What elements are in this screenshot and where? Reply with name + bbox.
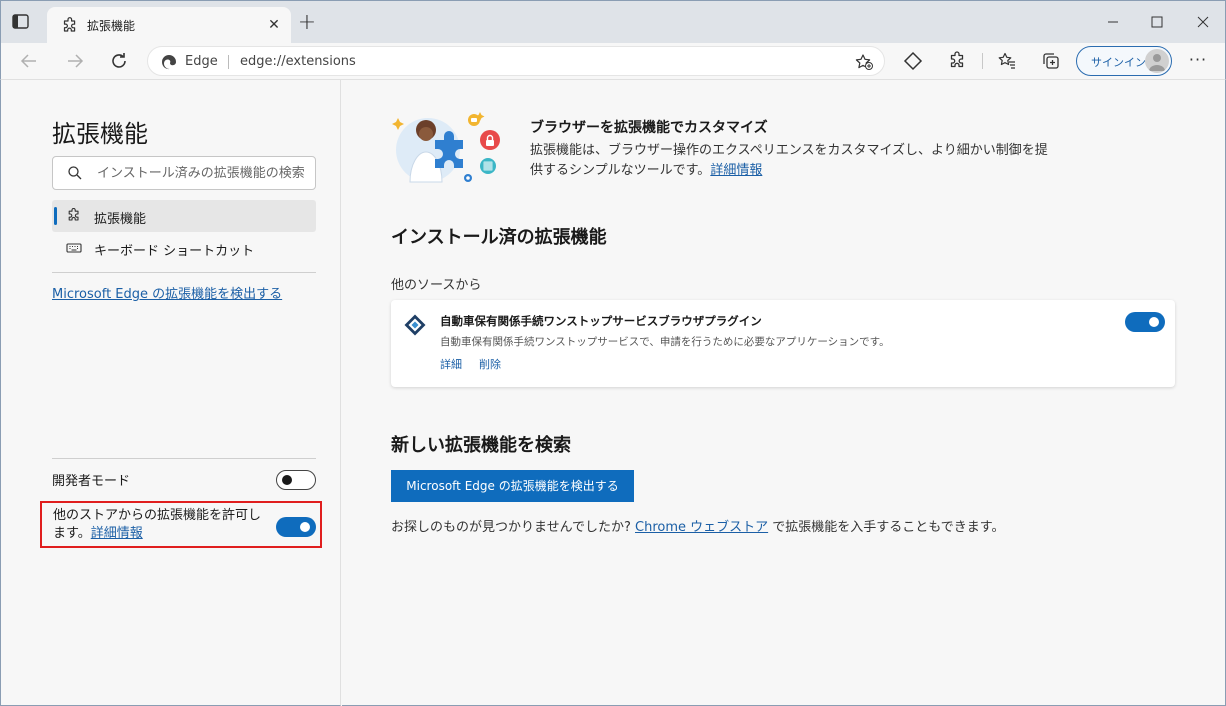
sidebar-item-label: 拡張機能 — [94, 212, 147, 227]
get-extensions-button[interactable]: Microsoft Edge の拡張機能を検出する — [391, 470, 634, 502]
address-bar[interactable]: Edge edge://extensions — [147, 46, 885, 76]
developer-mode-toggle[interactable] — [276, 470, 316, 490]
maximize-button[interactable] — [1139, 9, 1175, 35]
hero-title: ブラウザーを拡張機能でカスタマイズ — [530, 120, 768, 136]
sidebar-item-extensions[interactable]: 拡張機能 — [52, 200, 316, 232]
browser-toolbar: Edge edge://extensions サインイン ··· — [0, 43, 1226, 80]
sidebar-item-keyboard-shortcuts[interactable]: キーボード ショートカット — [52, 232, 316, 264]
avatar — [1145, 49, 1169, 73]
divider — [52, 458, 316, 459]
search-input[interactable] — [97, 162, 309, 184]
tracking-prevention-icon[interactable] — [903, 51, 923, 71]
allow-other-stores-text: 他のストアからの拡張機能を許可します。詳細情報 — [53, 507, 267, 543]
allow-other-stores-setting: 他のストアからの拡張機能を許可します。詳細情報 — [40, 501, 322, 548]
puzzle-icon — [63, 17, 76, 32]
developer-mode-label: 開発者モード — [52, 474, 131, 489]
extension-enable-toggle[interactable] — [1125, 312, 1165, 332]
not-found-prefix: お探しのものが見つかりませんでしたか? — [391, 520, 635, 535]
extension-description: 自動車保有関係手続ワンストップサービスで、申請を行うために必要なアプリケーション… — [440, 336, 890, 348]
minimize-button[interactable] — [1095, 9, 1131, 35]
add-favorite-icon[interactable] — [854, 53, 874, 71]
tab-actions-icon[interactable] — [11, 13, 31, 31]
title-bar: 拡張機能 ✕ + — [0, 0, 1226, 44]
new-tab-button[interactable]: + — [296, 12, 318, 35]
tab-extensions[interactable]: 拡張機能 ✕ — [47, 7, 291, 44]
more-menu-button[interactable]: ··· — [1187, 49, 1209, 71]
installed-extensions-title: インストール済の拡張機能 — [391, 227, 607, 248]
signin-button[interactable]: サインイン — [1076, 46, 1172, 76]
chrome-web-store-link[interactable]: Chrome ウェブストア — [635, 520, 768, 535]
extension-name: 自動車保有関係手続ワンストップサービスブラウザプラグイン — [440, 314, 762, 328]
tab-close-button[interactable]: ✕ — [265, 16, 283, 34]
window-close-button[interactable] — [1185, 9, 1221, 35]
toggle-knob — [1149, 317, 1159, 327]
extensions-icon[interactable] — [947, 51, 967, 71]
hero-description-text: 拡張機能は、ブラウザー操作のエクスペリエンスをカスタマイズし、より細かい制御を提… — [530, 143, 1048, 178]
refresh-icon[interactable] — [107, 49, 131, 73]
page-title: 拡張機能 — [52, 120, 148, 148]
search-icon — [68, 166, 82, 180]
back-icon[interactable] — [17, 49, 41, 73]
toggle-knob — [282, 475, 292, 485]
puzzle-icon — [68, 208, 79, 221]
not-found-text: お探しのものが見つかりませんでしたか? Chrome ウェブストア で拡張機能を… — [391, 516, 1004, 535]
allow-other-stores-label: 他のストアからの拡張機能を許可します。 — [53, 508, 262, 541]
keyboard-icon — [66, 243, 82, 253]
allow-other-stores-toggle[interactable] — [276, 517, 316, 537]
extension-logo-icon — [404, 314, 426, 336]
edge-logo-icon — [162, 55, 176, 70]
address-url[interactable]: edge://extensions — [240, 54, 356, 69]
extension-remove-link[interactable]: 削除 — [479, 356, 501, 372]
toolbar-separator — [982, 53, 983, 69]
allow-other-stores-learn-more-link[interactable]: 詳細情報 — [91, 526, 143, 541]
source-label: 他のソースから — [391, 278, 482, 293]
find-new-extensions-title: 新しい拡張機能を検索 — [391, 435, 571, 456]
search-box[interactable] — [52, 156, 316, 190]
hero-learn-more-link[interactable]: 詳細情報 — [710, 163, 762, 178]
customize-illustration-icon — [392, 112, 500, 183]
tab-title: 拡張機能 — [87, 19, 136, 33]
extension-details-link[interactable]: 詳細 — [440, 356, 462, 372]
discover-extensions-link[interactable]: Microsoft Edge の拡張機能を検出する — [52, 283, 282, 302]
toggle-knob — [300, 522, 310, 532]
not-found-suffix: で拡張機能を入手することもできます。 — [768, 520, 1005, 535]
signin-label: サインイン — [1091, 56, 1146, 69]
sidebar-item-label: キーボード ショートカット — [94, 244, 255, 259]
extensions-sidebar: 拡張機能 拡張機能 キーボード ショートカット Microsoft Edge の… — [0, 80, 341, 706]
extension-card: 自動車保有関係手続ワンストップサービスブラウザプラグイン 自動車保有関係手続ワン… — [391, 300, 1175, 387]
address-brand: Edge — [185, 54, 218, 69]
hero-description: 拡張機能は、ブラウザー操作のエクスペリエンスをカスタマイズし、より細かい制御を提… — [530, 141, 1060, 181]
forward-icon[interactable] — [63, 49, 87, 73]
extensions-main: ブラウザーを拡張機能でカスタマイズ 拡張機能は、ブラウザー操作のエクスペリエンス… — [342, 80, 1226, 706]
collections-icon[interactable] — [1041, 51, 1061, 71]
favorites-icon[interactable] — [997, 51, 1017, 71]
divider — [52, 272, 316, 273]
address-separator — [228, 55, 229, 69]
